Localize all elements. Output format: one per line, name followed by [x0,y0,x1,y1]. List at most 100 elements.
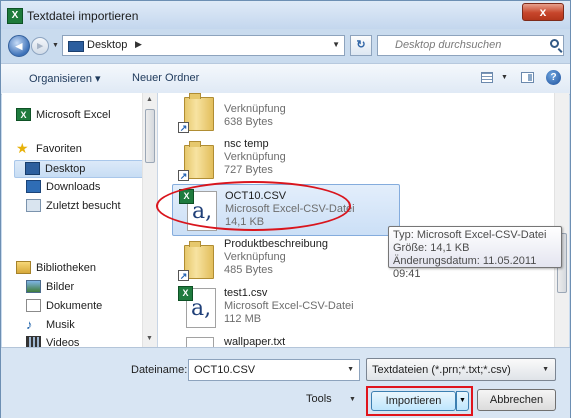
file-size: 638 Bytes [224,116,273,128]
address-row: ◂ ▸ ▼ Desktop ▶ ▼ ↻ Desktop durchsuchen [1,29,570,63]
sidebar-item-label: Microsoft Excel [36,109,111,121]
import-button[interactable]: Importieren [371,391,456,411]
shortcut-folder-icon: ↗ [178,137,216,181]
filetype-dropdown-icon[interactable]: ▼ [542,366,549,373]
sidebar-item-label: Downloads [46,181,101,193]
sidebar-item-favoriten[interactable]: ★ Favoriten [16,141,150,159]
file-type: Verknüpfung [224,151,286,163]
filename-input[interactable]: OCT10.CSV ▼ [188,359,360,381]
import-highlight-box: Importieren ▼ [366,386,473,416]
window-title: Textdatei importieren [27,9,139,23]
file-list-scrollbar[interactable] [554,93,569,347]
sidebar-item-label: Favoriten [36,143,82,155]
file-item[interactable]: ↗ Produktbeschreibung Verknüpfung 485 By… [172,233,400,285]
file-item[interactable]: ↗ Verknüpfung 638 Bytes [172,93,400,137]
preview-pane-icon[interactable] [521,72,534,83]
sidebar-item-label: Videos [46,337,80,347]
filename-label: Dateiname: [131,364,188,376]
sidebar-item-bibliotheken[interactable]: Bibliotheken [16,260,150,278]
desktop-icon [25,162,40,175]
organize-button[interactable]: Organisieren ▾ [29,72,101,85]
new-folder-button[interactable]: Neuer Ordner [132,72,199,84]
tooltip-date: Änderungsdatum: 11.05.2011 09:41 [393,255,537,280]
scroll-up-icon[interactable]: ▲ [146,96,153,103]
dialog-footer: Dateiname: OCT10.CSV ▼ Textdateien (*.pr… [1,347,570,418]
file-item[interactable]: wallpaper.txt [172,331,400,347]
pictures-icon [26,280,41,293]
file-size: 485 Bytes [224,264,273,276]
sidebar-item-label: Desktop [45,163,86,175]
libraries-icon [16,261,31,274]
sidebar-item-microsoft-excel[interactable]: X Microsoft Excel [16,107,150,125]
sidebar-item-desktop[interactable]: Desktop [14,160,148,178]
sidebar-item-videos[interactable]: Videos [16,335,150,347]
address-location[interactable]: Desktop [87,39,127,51]
file-name: wallpaper.txt [224,336,286,347]
sidebar-scrollbar[interactable]: ▲ ▼ [142,93,157,347]
recent-pages-dropdown[interactable]: ▼ [52,42,59,49]
import-dialog: X Textdatei importieren x ◂ ▸ ▼ Desktop … [0,0,571,418]
breadcrumb-chevron-icon[interactable]: ▶ [135,39,142,50]
sidebar-item-downloads[interactable]: Downloads [16,179,150,197]
sidebar-item-label: Musik [46,319,75,331]
file-name: Produktbeschreibung [224,238,328,250]
scroll-down-icon[interactable]: ▼ [146,335,153,342]
sidebar-scroll-thumb[interactable] [145,109,155,163]
csv-file-icon: Xa, [178,286,216,330]
file-name: test1.csv [224,287,268,299]
title-bar: X Textdatei importieren x [1,1,570,29]
filetype-value: Textdateien (*.prn;*.txt;*.csv) [372,364,511,376]
highlight-ellipse [156,181,351,231]
file-size: 727 Bytes [224,164,273,176]
shortcut-folder-icon: ↗ [178,237,216,281]
forward-button[interactable]: ▸ [31,37,49,55]
recent-places-icon [26,199,41,212]
toolbar: Organisieren ▾ Neuer Ordner ▼ ? [1,63,570,95]
sidebar-item-dokumente[interactable]: Dokumente [16,298,150,316]
sidebar-item-musik[interactable]: ♪ Musik [16,317,150,335]
tools-dropdown-icon[interactable]: ▼ [349,396,356,403]
music-icon: ♪ [26,317,33,332]
sidebar-item-zuletzt-besucht[interactable]: Zuletzt besucht [16,198,150,216]
help-icon[interactable]: ? [546,70,561,85]
file-type: Verknüpfung [224,251,286,263]
sidebar-item-label: Bibliotheken [36,262,96,274]
file-item[interactable]: ↗ nsc temp Verknüpfung 727 Bytes [172,133,400,185]
sidebar-item-bilder[interactable]: Bilder [16,279,150,297]
view-options-icon[interactable] [481,72,493,83]
documents-icon [26,299,41,312]
filename-dropdown-icon[interactable]: ▼ [347,366,354,373]
address-dropdown-icon[interactable]: ▼ [332,40,340,49]
filetype-select[interactable]: Textdateien (*.prn;*.txt;*.csv) ▼ [366,358,556,381]
desktop-icon [68,41,84,52]
downloads-icon [26,180,41,193]
search-input[interactable]: Desktop durchsuchen [377,35,564,56]
close-button[interactable]: x [522,3,564,21]
shortcut-folder-icon: ↗ [178,93,216,133]
cancel-button[interactable]: Abbrechen [477,389,556,411]
videos-icon [26,336,41,347]
address-bar[interactable]: Desktop ▶ ▼ [62,35,345,56]
file-size: 112 MB [224,313,262,325]
text-file-icon [178,335,216,347]
tools-button[interactable]: Tools [306,393,332,405]
star-icon: ★ [16,140,29,156]
sidebar-item-label: Zuletzt besucht [46,200,121,212]
file-tooltip: Typ: Microsoft Excel-CSV-Datei Größe: 14… [388,226,562,280]
refresh-button[interactable]: ↻ [350,35,372,56]
file-name: nsc temp [224,138,269,150]
excel-icon: X [16,108,31,121]
view-dropdown-icon[interactable]: ▼ [501,74,508,81]
file-type: Verknüpfung [224,103,286,115]
sidebar-item-label: Bilder [46,281,75,293]
tooltip-type: Typ: Microsoft Excel-CSV-Datei [393,229,547,241]
excel-app-icon: X [7,8,23,24]
search-icon[interactable] [550,39,559,48]
filename-value[interactable]: OCT10.CSV [194,364,255,376]
navigation-pane: X Microsoft Excel ★ Favoriten Desktop Do… [2,93,158,347]
tooltip-size: Größe: 14,1 KB [393,242,470,254]
search-placeholder: Desktop durchsuchen [395,39,502,51]
file-item[interactable]: Xa, test1.csv Microsoft Excel-CSV-Datei … [172,282,400,334]
back-button[interactable]: ◂ [8,35,30,57]
import-options-dropdown-icon[interactable]: ▼ [456,391,469,411]
